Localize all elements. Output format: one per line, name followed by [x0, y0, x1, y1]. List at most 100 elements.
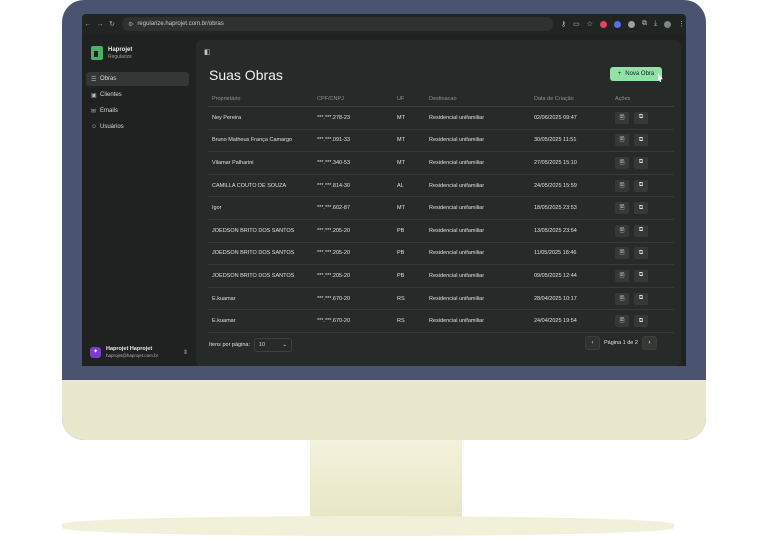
sidebar-item-obras[interactable]: ☰ Obras	[86, 72, 189, 86]
row-actions: 🗎 ⧉	[615, 269, 670, 282]
address-bar[interactable]: ⚙ regularize.haprojet.com.br/obras	[122, 17, 553, 31]
document-icon[interactable]: 🗎	[615, 224, 629, 237]
sidebar-item-label: Usuários	[100, 124, 124, 130]
cell-cpf: ***.***.205-20	[317, 227, 351, 234]
cell-dest: Residencial unifamiliar	[429, 159, 485, 166]
column-header: Proprietário	[212, 96, 241, 102]
new-obra-button[interactable]: + Nova Obra	[610, 67, 662, 81]
row-actions: 🗎 ⧉	[615, 202, 670, 215]
cast-icon[interactable]: ▭	[573, 20, 580, 28]
cell-uf: RS	[397, 295, 405, 302]
table-row[interactable]: CAMILLA COUTO DE SOUZA ***.***.814-30 AL Re…	[208, 175, 674, 198]
cell-date: 18/05/2025 23:53	[534, 205, 577, 212]
table-row[interactable]: Ney Pereira ***.***.278-23 MT Residencial u…	[208, 107, 674, 130]
table-row[interactable]: JOEDSON BRITO DOS SANTOS ***.***.205-20 PB…	[208, 265, 674, 288]
extension-icon[interactable]	[628, 20, 636, 28]
brand-logo[interactable]: Haprojet Regularize	[91, 46, 132, 60]
prev-page-button[interactable]: ‹	[585, 336, 600, 350]
copy-icon[interactable]: ⧉	[634, 156, 648, 169]
cell-dest: Residencial unifamiliar	[429, 182, 485, 189]
cell-date: 24/04/2025 19:54	[534, 318, 577, 325]
copy-icon[interactable]: ⧉	[634, 315, 648, 328]
logo-icon	[91, 46, 103, 60]
cell-uf: MT	[397, 137, 405, 144]
cell-cpf: ***.***.278-23	[317, 114, 351, 121]
row-actions: 🗎 ⧉	[615, 179, 670, 192]
star-icon[interactable]: ☆	[587, 20, 593, 28]
url-text: regularize.haprojet.com.br/obras	[137, 21, 224, 27]
column-header: Destinacao	[429, 96, 457, 102]
document-icon[interactable]: 🗎	[615, 156, 629, 169]
copy-icon[interactable]: ⧉	[634, 292, 648, 305]
monitor-stand	[310, 440, 462, 518]
cell-uf: AL	[397, 182, 404, 189]
sidebar-item-label: Emails	[100, 108, 119, 114]
document-icon[interactable]: 🗎	[615, 315, 629, 328]
items-per-page-select[interactable]: 10 ⌄	[253, 338, 292, 352]
copy-icon[interactable]: ⧉	[634, 269, 648, 282]
screen: ← → ↻ ⚙ regularize.haprojet.com.br/obras…	[82, 14, 686, 366]
row-actions: 🗎 ⧉	[615, 247, 670, 260]
sidebar-toggle-icon[interactable]: ◧	[204, 48, 211, 56]
sidebar-item-clientes[interactable]: ▣ Clientes	[86, 88, 189, 102]
cell-dest: Residencial unifamiliar	[429, 205, 485, 212]
extensions-area: ⚷ ▭ ☆ ⧉ ⤓ ⋮	[561, 20, 685, 28]
copy-icon[interactable]: ⧉	[634, 111, 648, 124]
copy-icon[interactable]: ⧉	[634, 134, 648, 147]
copy-icon[interactable]: ⧉	[634, 247, 648, 260]
cell-dest: Residencial unifamiliar	[429, 272, 485, 279]
table-row[interactable]: Bruno Matheus França Camargo ***.***.091-…	[208, 130, 674, 153]
cell-date: 24/05/2025 15:59	[534, 182, 577, 189]
user-menu[interactable]: ✦ Haprojet Haprojet haprojet@haprojet.co…	[90, 346, 188, 359]
sidebar-item-emails[interactable]: ✉ Emails	[86, 104, 189, 118]
cell-cpf: ***.***.205-20	[317, 272, 351, 279]
cell-owner: CAMILLA COUTO DE SOUZA	[212, 182, 287, 189]
forward-icon[interactable]: →	[94, 21, 106, 28]
cell-cpf: ***.***.340-53	[317, 159, 351, 166]
document-icon[interactable]: 🗎	[615, 111, 629, 124]
profile-icon[interactable]	[664, 20, 672, 28]
sidebar: Haprojet Regularize ☰ Obras ▣ Clientes ✉…	[82, 34, 193, 366]
table-row[interactable]: JOEDSON BRITO DOS SANTOS ***.***.205-20 PB…	[208, 220, 674, 243]
user-name: Haprojet Haprojet	[106, 346, 153, 352]
document-icon[interactable]: 🗎	[615, 134, 629, 147]
table-row[interactable]: Igor ***.***.602-87 MT Residencial unifamil…	[208, 197, 674, 220]
document-icon[interactable]: 🗎	[615, 292, 629, 305]
document-icon[interactable]: 🗎	[615, 179, 629, 192]
menu-icon[interactable]: ⋮	[678, 20, 685, 28]
extension-icon[interactable]	[600, 20, 608, 28]
cell-dest: Residencial unifamiliar	[429, 295, 485, 302]
cell-owner: E.kuamar	[212, 318, 236, 325]
document-icon[interactable]: 🗎	[615, 202, 629, 215]
table-row[interactable]: JOEDSON BRITO DOS SANTOS ***.***.205-20 PB…	[208, 243, 674, 266]
site-info-icon[interactable]: ⚙	[128, 21, 133, 28]
items-per-page-value: 10	[258, 342, 266, 348]
mail-icon: ✉	[91, 108, 97, 115]
copy-icon[interactable]: ⧉	[634, 202, 648, 215]
cell-uf: PB	[397, 250, 405, 257]
copy-icon[interactable]: ⧉	[634, 179, 648, 192]
document-icon[interactable]: 🗎	[615, 269, 629, 282]
column-header: CPF/CNPJ	[317, 96, 344, 102]
extension-icon[interactable]	[614, 20, 622, 28]
brand-subtitle: Regularize	[108, 53, 132, 60]
next-page-button[interactable]: ›	[641, 336, 657, 350]
row-actions: 🗎 ⧉	[615, 156, 670, 169]
table-row[interactable]: Vilamar Palharini ***.***.340-53 MT Residen…	[208, 152, 674, 175]
key-icon[interactable]: ⚷	[561, 20, 566, 28]
table-row[interactable]: E.kuamar ***.***.670-20 RS Residencial unif…	[208, 288, 674, 311]
page-indicator: Página 1 de 2	[604, 340, 638, 346]
puzzle-icon[interactable]: ⧉	[642, 20, 647, 28]
sidebar-item-usuarios[interactable]: ☺ Usuários	[86, 120, 189, 134]
download-icon[interactable]: ⤓	[654, 20, 657, 28]
cell-uf: MT	[397, 114, 405, 121]
copy-icon[interactable]: ⧉	[634, 224, 648, 237]
column-header: Data de Criação	[534, 96, 574, 102]
user-email: haprojet@haprojet.com.br	[106, 353, 159, 358]
table-row[interactable]: E.kuamar ***.***.670-20 RS Residencial unif…	[208, 310, 674, 333]
back-icon[interactable]: ←	[82, 21, 94, 28]
reload-icon[interactable]: ↻	[106, 20, 118, 28]
document-icon[interactable]: 🗎	[615, 247, 629, 260]
cell-dest: Residencial unifamiliar	[429, 318, 485, 325]
brand-name: Haprojet	[108, 46, 133, 53]
